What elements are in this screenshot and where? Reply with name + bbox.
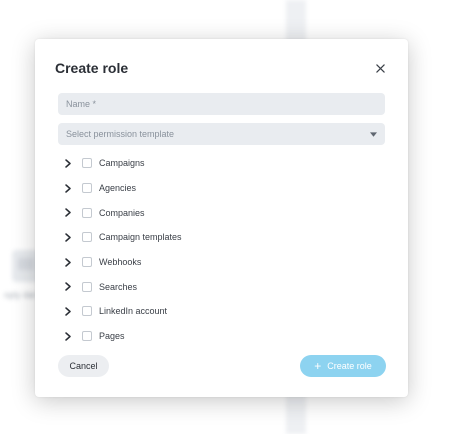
create-role-label: Create role: [327, 361, 372, 371]
permissions-list: Campaigns Agencies Companies Campaign te…: [65, 151, 365, 349]
permission-checkbox[interactable]: [82, 232, 92, 243]
name-input[interactable]: [58, 93, 385, 115]
permission-label: Campaigns: [99, 158, 145, 169]
app-stage: nply dat Create role Select permission t…: [0, 0, 474, 434]
permission-checkbox[interactable]: [82, 331, 92, 342]
chevron-right-icon[interactable]: [65, 305, 77, 317]
permission-row-searches: Searches: [65, 274, 365, 299]
permission-label: LinkedIn account: [99, 306, 168, 317]
permission-row-campaigns: Campaigns: [65, 151, 365, 176]
permission-checkbox[interactable]: [82, 306, 92, 317]
permission-label: Agencies: [99, 183, 137, 194]
cancel-button[interactable]: Cancel: [58, 355, 109, 377]
caret-down-icon: [370, 131, 377, 137]
permission-checkbox[interactable]: [82, 183, 92, 194]
dialog-title: Create role: [55, 60, 129, 76]
chevron-right-icon[interactable]: [65, 330, 77, 342]
chevron-right-icon[interactable]: [65, 157, 77, 169]
permission-template-placeholder: Select permission template: [66, 129, 175, 139]
permission-label: Campaign templates: [99, 232, 182, 243]
close-icon: [375, 63, 385, 73]
chevron-right-icon[interactable]: [65, 281, 77, 293]
permission-row-pages: Pages: [65, 324, 365, 349]
permission-checkbox[interactable]: [82, 158, 92, 169]
permission-label: Companies: [99, 207, 145, 218]
permission-row-linkedin-account: LinkedIn account: [65, 299, 365, 324]
chevron-right-icon[interactable]: [65, 207, 77, 219]
permission-checkbox[interactable]: [82, 207, 92, 218]
chevron-right-icon[interactable]: [65, 231, 77, 243]
permission-row-agencies: Agencies: [65, 176, 365, 201]
create-role-dialog: Create role Select permission template C…: [35, 39, 408, 397]
permission-row-webhooks: Webhooks: [65, 250, 365, 275]
plus-icon: +: [314, 359, 322, 373]
create-role-button[interactable]: + Create role: [300, 355, 386, 377]
permission-label: Searches: [99, 281, 138, 292]
close-button[interactable]: [373, 61, 387, 75]
permission-label: Webhooks: [99, 257, 142, 268]
permission-template-select[interactable]: Select permission template: [58, 123, 385, 145]
permission-label: Pages: [99, 331, 125, 342]
chevron-right-icon[interactable]: [65, 256, 77, 268]
permission-checkbox[interactable]: [82, 281, 92, 292]
empty-state-text: nply dat: [4, 290, 36, 300]
chevron-right-icon[interactable]: [65, 182, 77, 194]
permission-checkbox[interactable]: [82, 257, 92, 268]
permission-row-companies: Companies: [65, 200, 365, 225]
permission-row-campaign-templates: Campaign templates: [65, 225, 365, 250]
